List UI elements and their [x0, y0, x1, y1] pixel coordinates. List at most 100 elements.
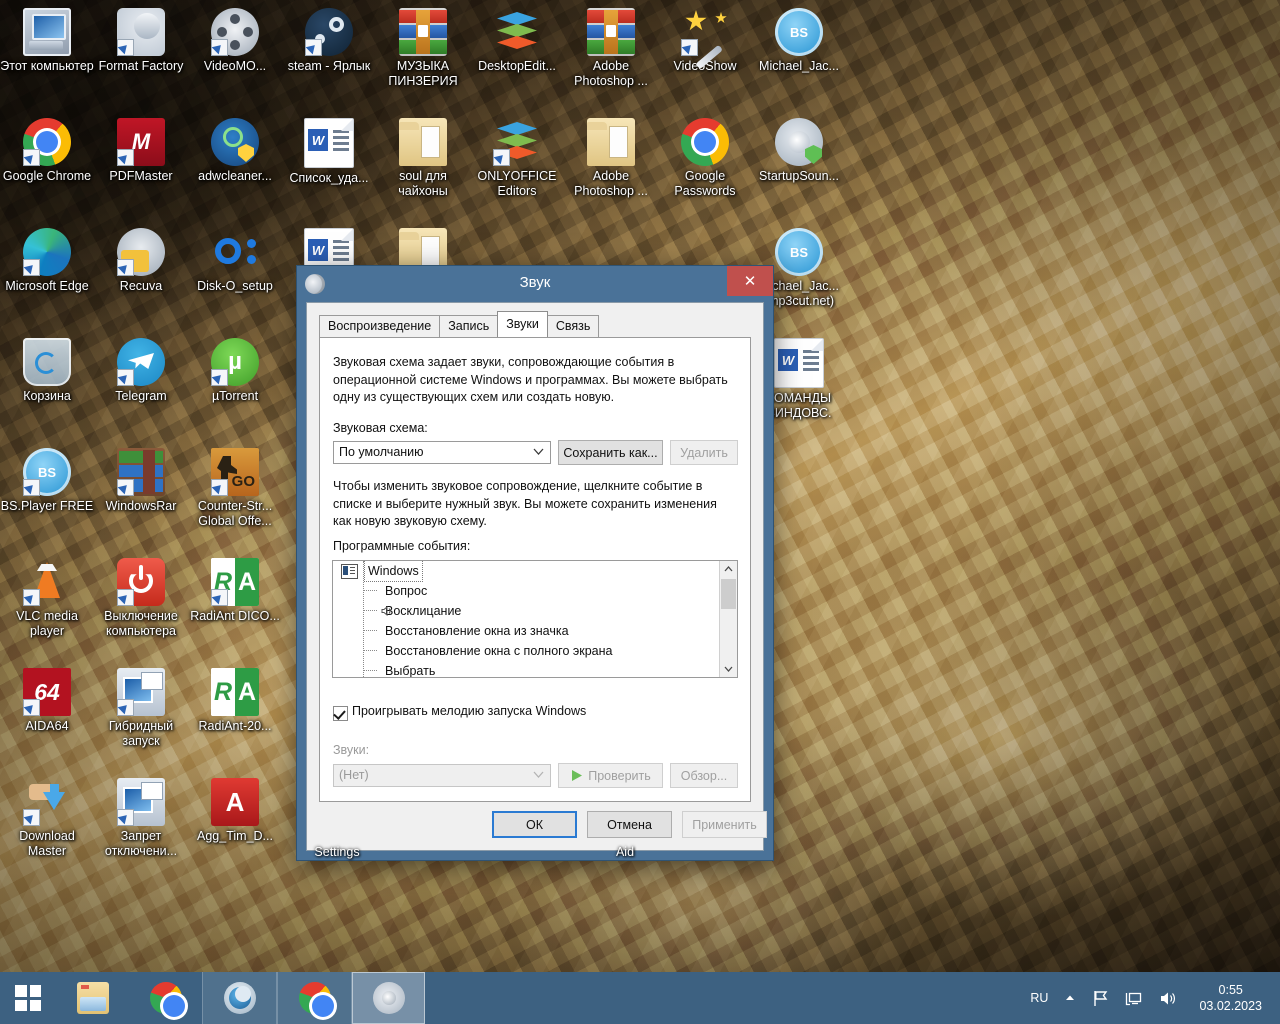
test-sound-button[interactable]: Проверить	[558, 763, 663, 788]
taskbar-button-file-explorer[interactable]	[56, 972, 129, 1024]
clock[interactable]: 0:55 03.02.2023	[1185, 982, 1272, 1014]
scroll-up-button[interactable]	[720, 561, 737, 578]
scheme-value: По умолчанию	[339, 445, 424, 459]
download-master-icon	[23, 778, 71, 826]
flag-icon	[1094, 990, 1108, 1006]
hybrid-start-icon	[117, 668, 165, 716]
desktop-icon[interactable]: Format Factory	[94, 8, 188, 74]
desktop-icon[interactable]: Google Chrome	[0, 118, 94, 184]
desktop-icon[interactable]: ONLYOFFICE Editors	[470, 118, 564, 199]
desktop-icon[interactable]: VideoShow	[658, 8, 752, 74]
desktop-icon[interactable]: 64 AIDA64	[0, 668, 94, 734]
taskbar-button-google-chrome-window[interactable]	[277, 972, 352, 1024]
delete-scheme-button[interactable]: Удалить	[670, 440, 738, 465]
cancel-button[interactable]: Отмена	[587, 811, 672, 838]
tab-1[interactable]: Запись	[439, 315, 499, 337]
browse-sound-button[interactable]: Обзор...	[670, 763, 738, 788]
apply-button[interactable]: Применить	[682, 811, 767, 838]
language-indicator[interactable]: RU	[1022, 972, 1056, 1024]
taskbar[interactable]: RU 0:55 03.02.2023	[0, 972, 1280, 1024]
desktop-icon[interactable]: Recuva	[94, 228, 188, 294]
desktop-icon[interactable]: soul для чайхоны	[376, 118, 470, 199]
dialog-titlebar[interactable]: Звук ✕	[297, 266, 773, 302]
desktop-icon-label: Disk-O_setup	[197, 279, 273, 293]
desktop-icon[interactable]: Корзина	[0, 338, 94, 404]
desktop-icon-label: Гибридный запуск	[108, 719, 174, 748]
desktop-icon[interactable]: Microsoft Edge	[0, 228, 94, 294]
desktop-icon[interactable]: Adobe Photoshop ...	[564, 8, 658, 89]
desktop[interactable]: Этот компьютер Format Factory VideoMO... st…	[0, 0, 1280, 1024]
desktop-icon[interactable]: WindowsRar	[94, 448, 188, 514]
scheme-label: Звуковая схема:	[333, 421, 428, 435]
startup-sound-checkbox[interactable]	[333, 706, 348, 721]
bsplayer-media-icon: BS	[775, 8, 823, 56]
desktop-icon[interactable]: DesktopEdit...	[470, 8, 564, 74]
desktop-icon[interactable]: BS Michael_Jac...	[752, 8, 846, 74]
desktop-icon[interactable]: Telegram	[94, 338, 188, 404]
start-button[interactable]	[0, 972, 56, 1024]
event-list-item[interactable]: Выбрать	[333, 661, 737, 678]
event-label: Выбрать	[385, 664, 436, 678]
sound-combobox[interactable]: (Нет)	[333, 764, 551, 787]
telegram-icon	[117, 338, 165, 386]
events-scrollbar[interactable]	[719, 561, 737, 677]
desktop-icon[interactable]: steam - Ярлык	[282, 8, 376, 74]
desktop-icon[interactable]: Этот компьютер	[0, 8, 94, 74]
winrar-archive-icon	[587, 8, 635, 56]
sound-value: (Нет)	[339, 768, 369, 782]
desktop-icon[interactable]: A Agg_Tim_D...	[188, 778, 282, 844]
scrollbar-thumb[interactable]	[721, 579, 736, 609]
play-icon	[572, 770, 583, 781]
onlyoffice-desktop-editors-icon	[493, 8, 541, 56]
word-document-icon: W	[774, 338, 824, 388]
tab-2[interactable]: Звуки	[497, 311, 548, 337]
show-hidden-icons-button[interactable]	[1056, 972, 1084, 1024]
network-icon[interactable]	[1117, 972, 1151, 1024]
taskbar-button-google-chrome[interactable]	[129, 972, 202, 1024]
desktop-icon[interactable]: µ µTorrent	[188, 338, 282, 404]
volume-icon[interactable]	[1151, 972, 1185, 1024]
event-tree-root[interactable]: Windows	[333, 561, 737, 582]
scroll-down-button[interactable]	[720, 660, 737, 677]
program-events-list[interactable]: Windows Вопрос Восклицание Восстановление о…	[332, 560, 738, 678]
desktop-icon[interactable]: Выключение компьютера	[94, 558, 188, 639]
tab-0[interactable]: Воспроизведение	[319, 315, 441, 337]
desktop-icon[interactable]: Запрет отключени...	[94, 778, 188, 859]
ok-button[interactable]: ОК	[492, 811, 577, 838]
desktop-icon[interactable]: МУЗЫКА ПИНЗЕРИЯ	[376, 8, 470, 89]
desktop-icon[interactable]: VLC media player	[0, 558, 94, 639]
close-button[interactable]: ✕	[727, 266, 773, 296]
desktop-icon[interactable]: Download Master	[0, 778, 94, 859]
desktop-icon[interactable]: Disk-O_setup	[188, 228, 282, 294]
tab-3[interactable]: Связь	[546, 315, 600, 337]
sounds-label: Звуки:	[333, 743, 370, 757]
taskbar-button-sound-settings[interactable]	[352, 972, 425, 1024]
desktop-icon[interactable]: GO Counter-Str... Global Offe...	[188, 448, 282, 529]
desktop-icon[interactable]: StartupSoun...	[752, 118, 846, 184]
save-as-button[interactable]: Сохранить как...	[558, 440, 663, 465]
taskbar-button-bsplayer[interactable]	[202, 972, 277, 1024]
sound-dialog[interactable]: Звук ✕ Воспроизведение Запись Звуки Связь З…	[296, 265, 774, 861]
desktop-icon[interactable]: R A RadiAnt DICO...	[188, 558, 282, 624]
desktop-icon[interactable]: VideoMO...	[188, 8, 282, 74]
event-list-item[interactable]: Вопрос	[333, 581, 737, 601]
desktop-icon[interactable]: M PDFMaster	[94, 118, 188, 184]
sounds-tab-panel: Звуковая схема задает звуки, сопровождаю…	[319, 337, 751, 802]
bsplayer-icon	[223, 982, 256, 1014]
desktop-icon[interactable]: W Список_уда...	[282, 118, 376, 186]
desktop-icon-label: StartupSoun...	[759, 169, 839, 183]
desktop-icon[interactable]: R A RadiAnt-20...	[188, 668, 282, 734]
scheme-combobox[interactable]: По умолчанию	[333, 441, 551, 464]
desktop-icon[interactable]: Гибридный запуск	[94, 668, 188, 749]
event-list-item[interactable]: Восклицание	[333, 601, 737, 621]
desktop-icon[interactable]: adwcleaner...	[188, 118, 282, 184]
event-list-item[interactable]: Восстановление окна с полного экрана	[333, 641, 737, 661]
desktop-icon[interactable]: Adobe Photoshop ...	[564, 118, 658, 199]
action-center-icon[interactable]	[1084, 972, 1117, 1024]
videoshow-icon	[681, 8, 729, 70]
desktop-icon[interactable]: Google Passwords	[658, 118, 752, 199]
desktop-icon[interactable]: BS BS.Player FREE	[0, 448, 94, 514]
chevron-down-icon	[533, 771, 544, 778]
event-list-item[interactable]: Восстановление окна из значка	[333, 621, 737, 641]
desktop-icon-label: Выключение компьютера	[104, 609, 178, 638]
